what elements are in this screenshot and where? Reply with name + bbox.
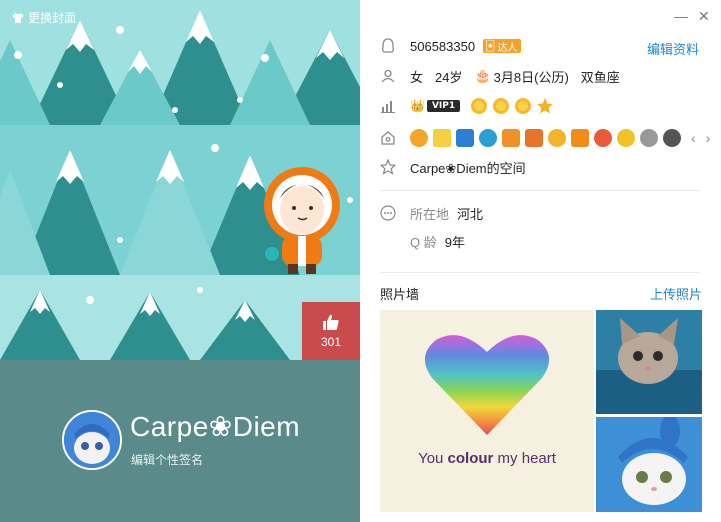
avatar-image xyxy=(64,412,120,468)
qq-number: 506583350 xyxy=(410,38,476,54)
face-badge-icon[interactable] xyxy=(594,129,612,147)
badges-row: ‹ › xyxy=(380,128,715,148)
edit-signature[interactable]: 编辑个性签名 xyxy=(131,451,203,468)
photo-kitten-1[interactable] xyxy=(596,310,702,414)
caption-prefix: You xyxy=(418,450,448,467)
camera-badge-icon[interactable] xyxy=(456,129,474,147)
caption-suffix: my heart xyxy=(493,450,556,467)
qage-row: Q 龄 9年 xyxy=(380,231,465,251)
photo-caption: You colour my heart xyxy=(380,450,594,467)
wallet-badge-icon[interactable] xyxy=(502,129,520,147)
talent-badge[interactable]: 🃏 达人 xyxy=(483,39,522,54)
sun-level-icon xyxy=(493,98,510,114)
qage-label: Q 龄 xyxy=(410,234,437,250)
age: 24岁 xyxy=(435,69,463,85)
birthday: 3月8日(公历) xyxy=(493,69,569,85)
talent-label: 达人 xyxy=(497,42,518,54)
person-icon xyxy=(380,68,396,84)
vip-badge[interactable]: VIP1 xyxy=(426,100,461,112)
cover-panel: 更换封面 301 Carpe❀Diem 编辑个性签名 xyxy=(0,0,360,522)
edit-profile-link[interactable]: 编辑资料 xyxy=(647,39,699,58)
penguin-badge-icon[interactable] xyxy=(663,129,681,147)
info-panel: — ✕ 506583350 🃏 达人 编辑资料 女 24岁 🎂 3月8日(公历)… xyxy=(360,0,721,522)
space-row: Carpe❀Diem的空间 xyxy=(380,157,526,177)
gift-badge-icon[interactable] xyxy=(525,129,543,147)
caption-bold: colour xyxy=(447,450,494,467)
kitten-photo-image xyxy=(596,310,702,414)
smile-badge-icon[interactable] xyxy=(617,129,635,147)
badge-next-icon[interactable]: › xyxy=(706,130,711,146)
qzone-badge-icon[interactable] xyxy=(410,129,428,147)
thumbs-up-icon xyxy=(323,314,339,330)
shield-badge-icon[interactable] xyxy=(571,129,589,147)
like-count: 301 xyxy=(320,335,342,349)
location-label: 所在地 xyxy=(410,206,450,222)
star-level-icon xyxy=(537,98,554,114)
qage-value: 9年 xyxy=(444,234,465,250)
bell-badge-icon[interactable] xyxy=(548,129,566,147)
gender: 女 xyxy=(410,69,424,85)
cake-icon: 🎂 xyxy=(474,68,491,83)
sun-level-icon xyxy=(515,98,532,114)
location-value: 河北 xyxy=(457,206,484,222)
level-chart-icon xyxy=(380,98,396,114)
qq-number-row: 506583350 🃏 达人 xyxy=(380,36,522,56)
badge-house-icon xyxy=(380,130,396,146)
badge-prev-icon[interactable]: ‹ xyxy=(691,130,696,146)
star-outline-icon xyxy=(380,159,396,175)
zodiac: 双鱼座 xyxy=(580,69,620,85)
talent-icon: 🃏 xyxy=(485,40,496,52)
photo-kitten-2[interactable] xyxy=(596,417,702,512)
vip-crown-icon: 👑 xyxy=(410,99,425,113)
heart-badge-icon[interactable] xyxy=(640,129,658,147)
location-row: 所在地 河北 xyxy=(380,203,483,223)
nickname: Carpe❀Diem xyxy=(130,411,301,442)
change-cover-label: 更换封面 xyxy=(28,11,77,25)
shirt-icon xyxy=(12,12,24,23)
basic-info-row: 女 24岁 🎂 3月8日(公历) 双鱼座 xyxy=(380,66,632,86)
avatar[interactable] xyxy=(62,410,122,470)
penguin-icon xyxy=(380,38,396,54)
rainbow-heart-image xyxy=(424,335,550,435)
photo-wall-title: 照片墙 xyxy=(380,287,420,302)
eye-badge-icon[interactable] xyxy=(479,129,497,147)
like-button[interactable]: 301 xyxy=(302,302,360,360)
qzone-link[interactable]: Carpe❀Diem的空间 xyxy=(410,158,526,177)
change-cover-button[interactable]: 更换封面 xyxy=(12,9,76,26)
star-badge-icon[interactable] xyxy=(433,129,451,147)
divider xyxy=(380,272,700,273)
divider xyxy=(380,190,700,191)
close-icon[interactable]: ✕ xyxy=(698,8,710,24)
level-row: 👑 VIP1 xyxy=(380,96,558,116)
upload-photo-link[interactable]: 上传照片 xyxy=(650,284,702,303)
blue-hat-kitten-image xyxy=(596,417,702,512)
photo-heart[interactable]: You colour my heart xyxy=(380,310,594,512)
more-circle-icon xyxy=(380,205,396,221)
minimize-icon[interactable]: — xyxy=(674,8,688,24)
sun-level-icon xyxy=(471,98,488,114)
